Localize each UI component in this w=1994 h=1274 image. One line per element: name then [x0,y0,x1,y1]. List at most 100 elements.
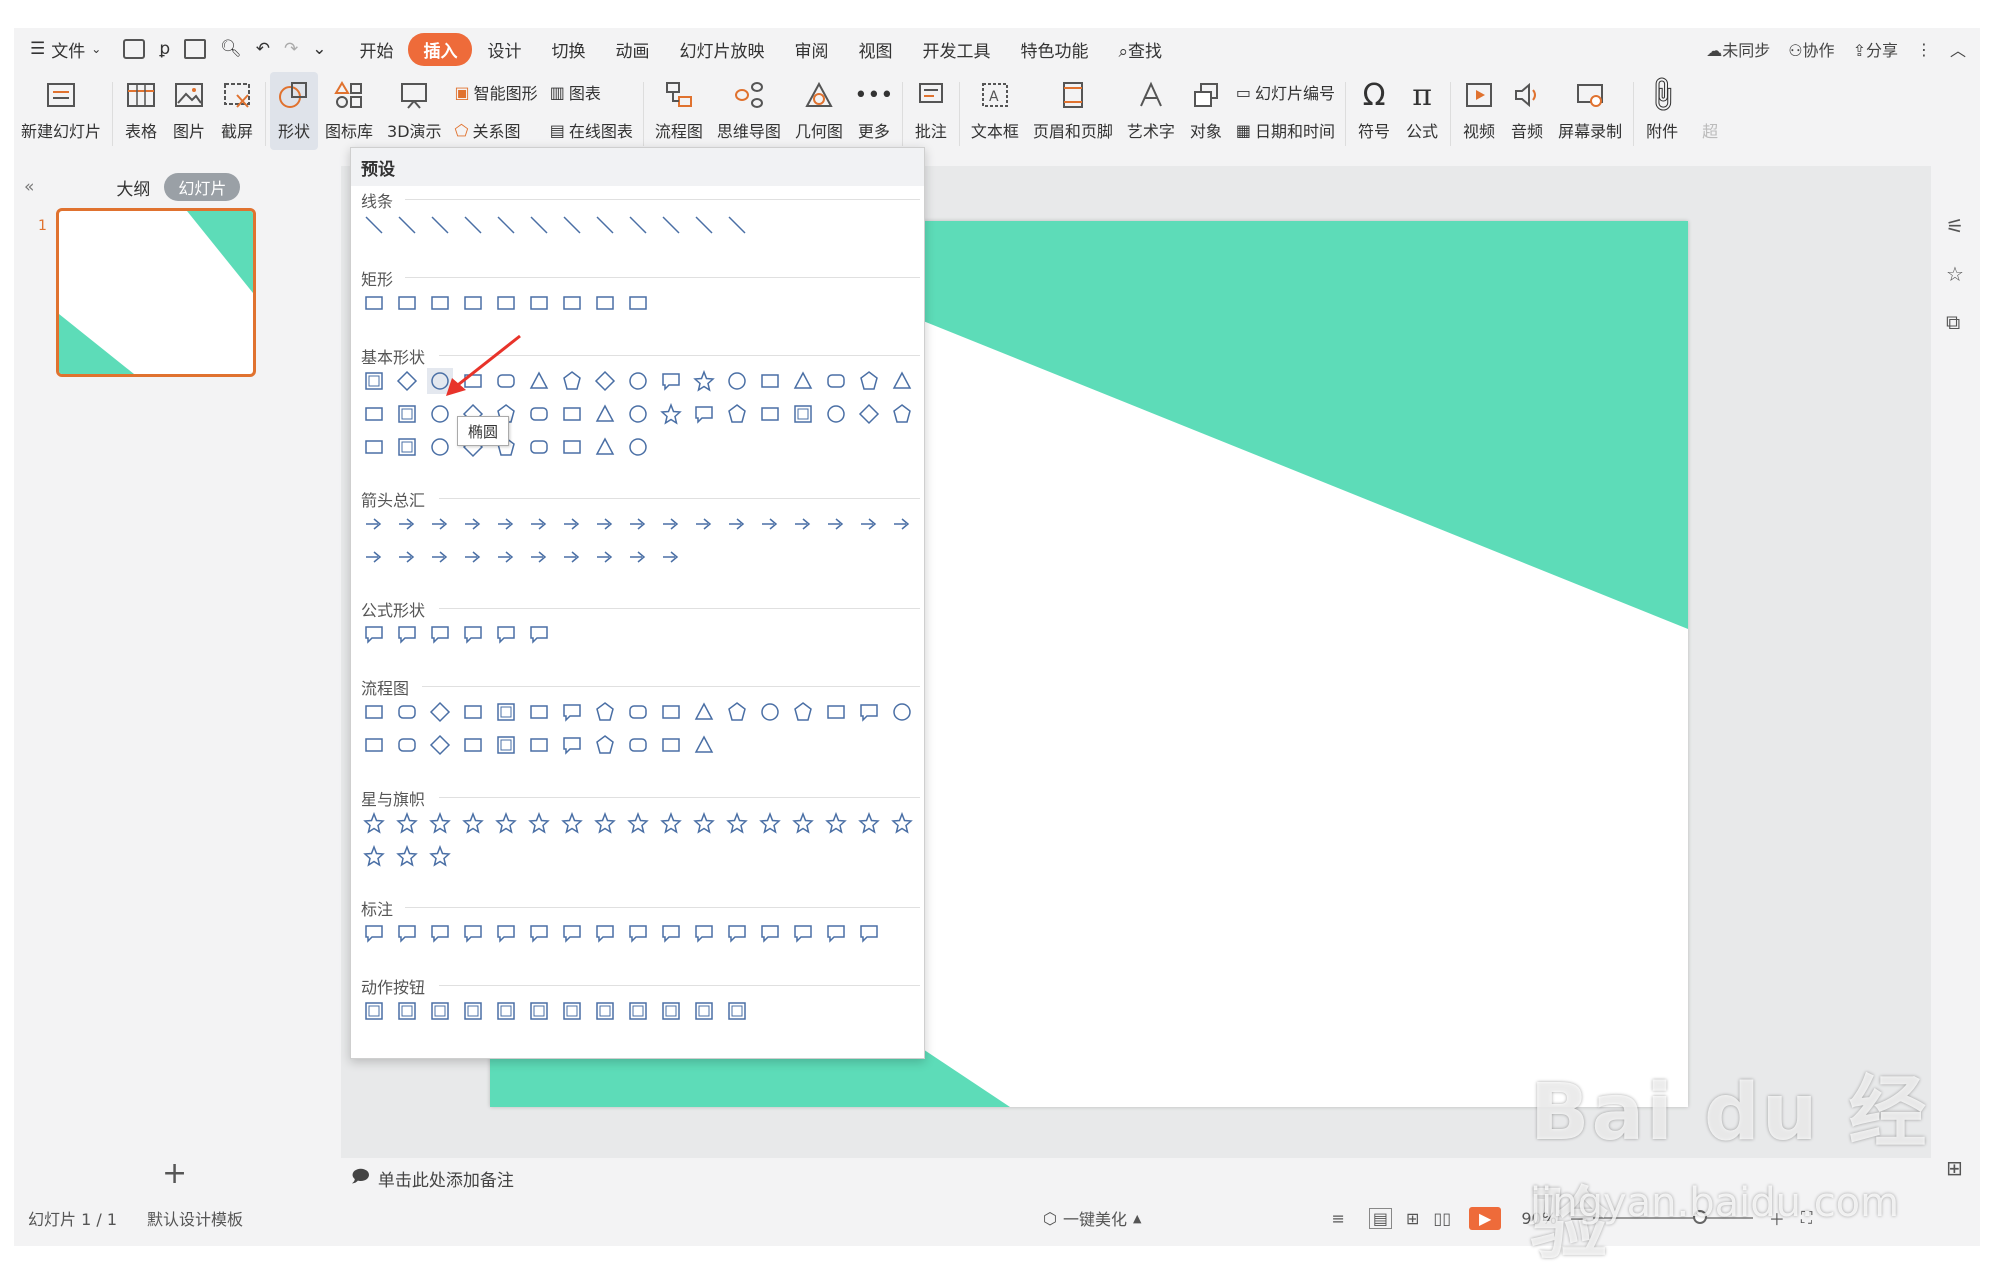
shape-arrow-8[interactable] [592,511,618,537]
save-icon[interactable] [123,39,146,59]
overflow-button[interactable]: 超 [1686,72,1734,142]
tab-slides[interactable]: 幻灯片 [164,173,241,201]
shape-basic-8[interactable] [592,368,618,394]
shape-basic-16[interactable] [856,368,882,394]
shape-star-15[interactable] [823,810,849,836]
comment-button[interactable]: 批注 [907,72,955,142]
shape-arrow-1[interactable] [361,511,387,537]
shape-rectangle-8[interactable] [592,290,618,316]
textbox-button[interactable]: A 文本框 [964,72,1026,142]
print-preview-icon[interactable]: 🔍︎ [220,39,242,59]
video-button[interactable]: 视频 [1455,72,1503,142]
picture-button[interactable]: 图片 [165,72,213,142]
mindmap-button[interactable]: 思维导图 [710,72,788,142]
online-chart-button[interactable]: ▤ 在线图表 [550,118,633,142]
shape-formula-6[interactable] [526,621,552,647]
shape-basic-13[interactable] [757,368,783,394]
shape-action-1[interactable] [361,998,387,1024]
shape-callout-2[interactable] [394,920,420,946]
sync-button[interactable]: ☁未同步 [1706,37,1770,61]
shape-basic-40[interactable] [526,434,552,460]
shape-action-12[interactable] [724,998,750,1024]
shape-star-7[interactable] [559,810,585,836]
tab-features[interactable]: 特色功能 [1005,33,1103,66]
print-icon[interactable] [184,39,207,59]
shape-flowchart-25[interactable] [592,732,618,758]
shape-callout-1[interactable] [361,920,387,946]
shape-star-20[interactable] [427,843,453,869]
shape-line-3[interactable] [427,212,453,238]
shape-basic-28[interactable] [691,401,717,427]
shape-basic-30[interactable] [757,401,783,427]
shape-basic-31[interactable] [790,401,816,427]
shape-rectangle-4[interactable] [460,290,486,316]
tab-slideshow[interactable]: 幻灯片放映 [664,33,779,66]
shape-basic-32[interactable] [823,401,849,427]
file-menu[interactable]: ☰ 文件 ⌄ [30,37,101,62]
shape-basic-11[interactable] [691,368,717,394]
shape-basic-42[interactable] [592,434,618,460]
smart-shape-button[interactable]: ▣ 智能图形 [455,80,538,104]
shape-basic-26[interactable] [625,401,651,427]
new-slide-button[interactable]: 新建幻灯片 [14,72,108,142]
reading-view-icon[interactable]: ▯▯ [1433,1209,1451,1228]
geometry-button[interactable]: 几何图 [788,72,850,142]
shape-arrow-18[interactable] [361,544,387,570]
shape-arrow-24[interactable] [559,544,585,570]
shape-formula-4[interactable] [460,621,486,647]
shape-rectangle-9[interactable] [625,290,651,316]
shape-star-8[interactable] [592,810,618,836]
shape-flowchart-24[interactable] [559,732,585,758]
shape-star-9[interactable] [625,810,651,836]
shape-flowchart-26[interactable] [625,732,651,758]
shape-basic-23[interactable] [526,401,552,427]
shape-action-8[interactable] [592,998,618,1024]
properties-icon[interactable]: ⚟ [1946,214,1964,238]
relation-button[interactable]: ⬠ 关系图 [455,118,538,142]
shape-arrow-23[interactable] [526,544,552,570]
shape-action-2[interactable] [394,998,420,1024]
shape-flowchart-27[interactable] [658,732,684,758]
shape-line-12[interactable] [724,212,750,238]
shape-arrow-4[interactable] [460,511,486,537]
format-painter-icon[interactable]: ꝑ [159,39,170,59]
shape-flowchart-21[interactable] [460,732,486,758]
more-menu-icon[interactable]: ⋮ [1916,40,1932,59]
shape-callout-13[interactable] [757,920,783,946]
tab-animation[interactable]: 动画 [600,33,664,66]
shape-line-4[interactable] [460,212,486,238]
shape-action-11[interactable] [691,998,717,1024]
shape-arrow-21[interactable] [460,544,486,570]
shape-star-16[interactable] [856,810,882,836]
play-button[interactable]: ▶ [1469,1206,1502,1230]
shape-flowchart-20[interactable] [427,732,453,758]
shape-flowchart-11[interactable] [691,699,717,725]
collab-button[interactable]: ⚇协作 [1788,37,1834,61]
shape-arrow-11[interactable] [691,511,717,537]
shape-formula-5[interactable] [493,621,519,647]
template-name[interactable]: 默认设计模板 [147,1206,243,1230]
tab-review[interactable]: 审阅 [779,33,843,66]
shape-arrow-19[interactable] [394,544,420,570]
shape-basic-17[interactable] [889,368,915,394]
shape-action-4[interactable] [460,998,486,1024]
shape-line-7[interactable] [559,212,585,238]
tab-design[interactable]: 设计 [472,33,536,66]
shape-callout-12[interactable] [724,920,750,946]
shape-arrow-22[interactable] [493,544,519,570]
shape-star-19[interactable] [394,843,420,869]
shape-callout-11[interactable] [691,920,717,946]
shape-star-3[interactable] [427,810,453,836]
shape-basic-20[interactable] [427,401,453,427]
shape-basic-37[interactable] [427,434,453,460]
header-footer-button[interactable]: 页眉和页脚 [1026,72,1120,142]
shape-action-7[interactable] [559,998,585,1024]
shape-action-9[interactable] [625,998,651,1024]
shape-star-1[interactable] [361,810,387,836]
shape-flowchart-14[interactable] [790,699,816,725]
slide-thumbnail[interactable] [56,208,256,377]
shape-basic-43[interactable] [625,434,651,460]
shape-flowchart-7[interactable] [559,699,585,725]
shape-basic-12[interactable] [724,368,750,394]
shape-arrow-5[interactable] [493,511,519,537]
